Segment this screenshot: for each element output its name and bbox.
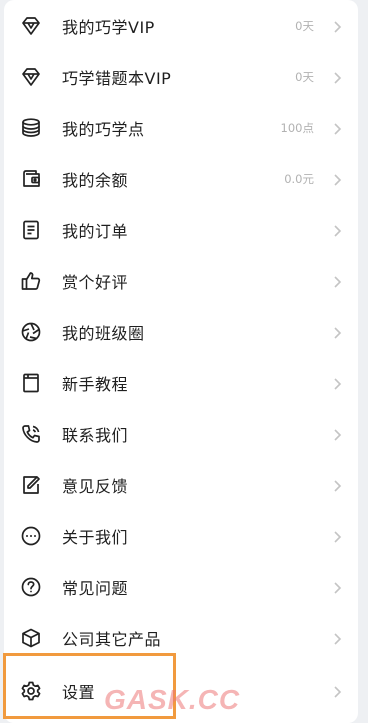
phone-icon [20,423,42,445]
menu-item-feedback[interactable]: 意见反馈 [4,459,358,510]
menu-item-class-circle[interactable]: 我的班级圈 [4,306,358,357]
chevron-right-icon [332,478,342,492]
menu-item-value: 0.0元 [284,171,314,186]
document-icon [20,219,42,241]
menu-item-value: 0天 [295,18,314,33]
chevron-right-icon [332,376,342,390]
menu-item-balance[interactable]: 我的余额 0.0元 [4,153,358,204]
menu-item-faq[interactable]: 常见问题 [4,561,358,612]
chevron-right-icon [332,223,342,237]
diamond-icon [20,15,42,37]
chevron-right-icon [332,325,342,339]
menu-item-label: 赏个好评 [62,272,129,292]
book-icon [20,372,42,394]
menu-item-value: 0天 [295,69,314,84]
chevron-right-icon [332,684,342,698]
wallet-icon [20,168,42,190]
menu-item-tutorial[interactable]: 新手教程 [4,357,358,408]
cube-icon [20,627,42,649]
chevron-right-icon [332,19,342,33]
chevron-right-icon [332,274,342,288]
thumbs-up-icon [20,270,42,292]
diamond-icon [20,66,42,88]
more-dots-icon [20,525,42,547]
menu-item-label: 我的订单 [62,221,129,241]
gear-icon [20,680,42,702]
menu-item-label: 联系我们 [62,425,129,445]
menu-item-about[interactable]: 关于我们 [4,510,358,561]
chevron-right-icon [332,631,342,645]
menu-item-label: 关于我们 [62,527,129,547]
chevron-right-icon [332,580,342,594]
aperture-icon [20,321,42,343]
menu-item-label: 意见反馈 [62,476,129,496]
menu-item-value: 100点 [280,120,314,135]
chevron-right-icon [332,121,342,135]
coins-stack-icon [20,117,42,139]
question-icon [20,576,42,598]
menu-item-contact[interactable]: 联系我们 [4,408,358,459]
settings-menu-card: 我的巧学VIP 0天 巧学错题本VIP 0天 我的巧学点 100点 我的余额 0… [4,0,358,723]
menu-item-label: 设置 [62,682,96,702]
chevron-right-icon [332,427,342,441]
menu-item-wrongbook-vip[interactable]: 巧学错题本VIP 0天 [4,51,358,102]
chevron-right-icon [332,70,342,84]
menu-item-rate[interactable]: 赏个好评 [4,255,358,306]
menu-item-orders[interactable]: 我的订单 [4,204,358,255]
menu-item-label: 常见问题 [62,578,129,598]
menu-item-label: 我的巧学VIP [62,17,155,37]
chevron-right-icon [332,172,342,186]
menu-item-label: 巧学错题本VIP [62,68,172,88]
menu-item-label: 我的巧学点 [62,119,145,139]
menu-item-other-products[interactable]: 公司其它产品 [4,612,358,663]
menu-item-label: 公司其它产品 [62,629,162,649]
edit-icon [20,474,42,496]
menu-item-label: 我的余额 [62,170,129,190]
menu-item-points[interactable]: 我的巧学点 100点 [4,102,358,153]
menu-item-label: 新手教程 [62,374,129,394]
menu-item-settings[interactable]: 设置 [4,665,358,716]
menu-item-label: 我的班级圈 [62,323,145,343]
menu-item-vip[interactable]: 我的巧学VIP 0天 [4,0,358,51]
chevron-right-icon [332,529,342,543]
